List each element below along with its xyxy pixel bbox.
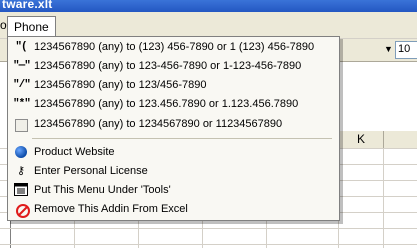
menu-item-enter-license[interactable]: ⚷ Enter Personal License (8, 162, 339, 181)
menu-item-format-dashes[interactable]: "—" 1234567890 (any) to 123-456-7890 or … (8, 57, 339, 76)
window-title: tware.xlt (2, 0, 53, 11)
column-header-k[interactable]: K (339, 131, 384, 149)
dash-format-icon: "—" (13, 60, 31, 72)
menu-bar (0, 12, 417, 39)
menu-item-label: 1234567890 (any) to 123-456-7890 or 1-12… (34, 60, 302, 72)
menu-item-format-dots[interactable]: "*" 1234567890 (any) to 123.456.7890 or … (8, 95, 339, 114)
menu-item-label: Product Website (34, 146, 115, 158)
menu-item-format-parentheses[interactable]: "( 1234567890 (any) to (123) 456-7890 or… (8, 38, 339, 57)
menu-item-move-to-tools[interactable]: Put This Menu Under 'Tools' (8, 181, 339, 200)
dot-format-icon: "*" (13, 98, 31, 110)
globe-icon (15, 146, 27, 158)
paren-dash-format-icon: "( (15, 41, 27, 53)
title-bar: tware.xlt (0, 0, 417, 12)
font-size-value: 10 (398, 43, 411, 55)
menu-item-remove-addin[interactable]: Remove This Addin From Excel (8, 200, 339, 219)
grid-row-line (0, 228, 417, 229)
grid-col-line (383, 148, 384, 248)
menu-phone[interactable]: Phone (7, 16, 56, 37)
menu-separator (32, 138, 332, 139)
menu-item-label: Put This Menu Under 'Tools' (34, 184, 171, 196)
font-dropdown-arrow-icon[interactable]: ▼ (384, 44, 393, 54)
menu-item-format-slash[interactable]: "/" 1234567890 (any) to 123/456-7890 (8, 76, 339, 95)
phone-dropdown-menu: "( 1234567890 (any) to (123) 456-7890 or… (7, 36, 340, 221)
menu-item-label: 1234567890 (any) to 123/456-7890 (34, 79, 207, 91)
menu-tools-icon (13, 183, 29, 198)
menu-item-label: 1234567890 (any) to 123.456.7890 or 1.12… (34, 98, 299, 110)
menu-item-partial[interactable]: o (0, 18, 7, 32)
menu-item-label: 1234567890 (any) to (123) 456-7890 or 1 … (34, 41, 315, 53)
menu-item-label: Remove This Addin From Excel (34, 203, 188, 215)
menu-item-format-plain[interactable]: 1234567890 (any) to 1234567890 or 112345… (8, 115, 339, 134)
slash-format-icon: "/" (13, 79, 31, 91)
column-header-l[interactable] (384, 131, 417, 149)
menu-item-product-website[interactable]: Product Website (8, 143, 339, 162)
checkbox-format-icon (15, 119, 28, 132)
grid-row-line (0, 244, 417, 245)
key-icon: ⚷ (16, 165, 26, 177)
menu-item-label: 1234567890 (any) to 1234567890 or 112345… (34, 118, 283, 130)
remove-icon (16, 204, 30, 218)
menu-item-label: Enter Personal License (34, 165, 148, 177)
